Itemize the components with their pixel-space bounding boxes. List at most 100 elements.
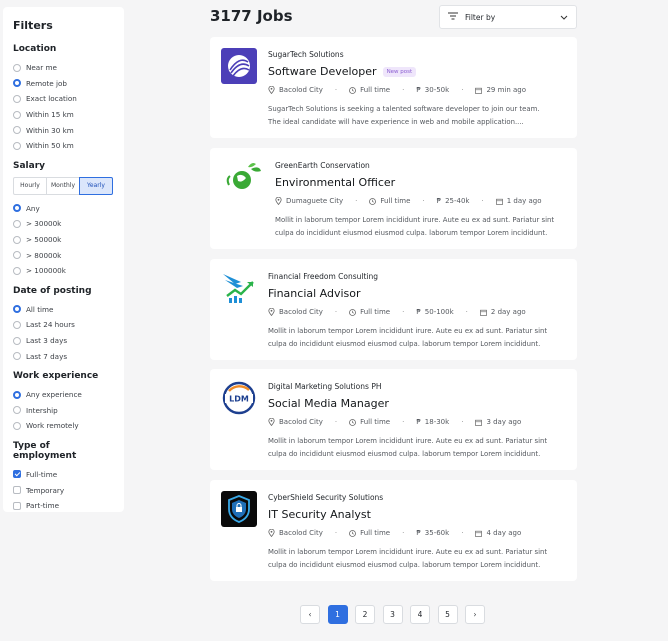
company-name: Financial Freedom Consulting	[268, 272, 379, 281]
sugartech-logo-icon	[221, 48, 257, 84]
job-meta: Bacolod City · Full time · ₱ 35-60k · 4 d…	[268, 529, 521, 537]
jobs-count-title: 3177 Jobs	[210, 7, 293, 25]
salary-option-80000k[interactable]: > 80000k	[13, 247, 114, 263]
company-name: Digital Marketing Solutions PH	[268, 382, 382, 391]
date-option-24h[interactable]: Last 24 hours	[13, 317, 114, 333]
job-description: SugarTech Solutions is seeking a talente…	[268, 105, 540, 126]
job-title[interactable]: IT Security Analyst	[268, 508, 371, 521]
chevron-down-icon	[560, 13, 568, 22]
date-of-posting-heading: Date of posting	[13, 285, 92, 296]
page-button-5[interactable]: 5	[437, 605, 458, 624]
radio-icon[interactable]	[13, 352, 21, 361]
peso-icon: ₱	[436, 197, 442, 205]
date-option-3days[interactable]: Last 3 days	[13, 333, 114, 349]
employment-option-part-time[interactable]: Part-time	[13, 498, 114, 514]
svg-text:LDM: LDM	[229, 395, 249, 404]
salary-option-any[interactable]: Any	[13, 201, 114, 217]
page-button-3[interactable]: 3	[382, 605, 403, 624]
job-title[interactable]: Social Media Manager	[268, 397, 389, 410]
salary-option-100000k[interactable]: > 100000k	[13, 263, 114, 279]
location-pin-icon	[268, 86, 275, 94]
radio-icon[interactable]	[13, 110, 21, 119]
prev-page-button[interactable]: ‹	[300, 605, 320, 624]
location-pin-icon	[268, 418, 275, 426]
radio-icon[interactable]	[13, 235, 21, 244]
checkbox-icon[interactable]	[13, 486, 21, 495]
location-heading: Location	[13, 44, 57, 54]
page-button-4[interactable]: 4	[410, 605, 430, 624]
company-name: SugarTech Solutions	[268, 50, 344, 59]
salary-period-yearly[interactable]: Yearly	[79, 176, 113, 195]
radio-icon[interactable]	[13, 336, 21, 345]
company-name: GreenEarth Conservation	[275, 161, 370, 170]
radio-icon[interactable]	[13, 266, 21, 275]
radio-icon[interactable]	[13, 94, 21, 103]
radio-icon[interactable]	[13, 251, 21, 260]
radio-selected-icon[interactable]	[13, 390, 21, 399]
date-option-7days[interactable]: Last 7 days	[13, 348, 114, 364]
salary-option-50000k[interactable]: > 50000k	[13, 232, 114, 248]
experience-option-any[interactable]: Any experience	[13, 387, 114, 403]
peso-icon: ₱	[416, 86, 421, 94]
radio-icon[interactable]	[13, 406, 21, 415]
date-option-all-time[interactable]: All time	[13, 302, 114, 318]
location-option-exact[interactable]: Exact location	[13, 91, 114, 107]
salary-heading: Salary	[13, 160, 46, 171]
radio-icon[interactable]	[13, 320, 21, 329]
next-page-button[interactable]: ›	[465, 605, 485, 624]
employment-option-full-time[interactable]: Full-time	[13, 467, 114, 483]
radio-selected-icon[interactable]	[13, 305, 21, 314]
greenearth-logo-icon	[224, 159, 261, 195]
employment-option-temporary[interactable]: Temporary	[13, 482, 114, 498]
checkbox-icon[interactable]	[13, 501, 21, 510]
salary-period-hourly[interactable]: Hourly	[13, 176, 47, 195]
job-card[interactable]: Financial Freedom Consulting Financial A…	[210, 259, 577, 360]
experience-option-internship[interactable]: Intership	[13, 403, 114, 419]
job-card[interactable]: SugarTech Solutions Software Developer N…	[210, 37, 577, 138]
job-title[interactable]: Environmental Officer	[275, 176, 395, 189]
radio-icon[interactable]	[13, 141, 21, 150]
job-card[interactable]: GreenEarth Conservation Environmental Of…	[210, 148, 577, 249]
peso-icon: ₱	[416, 308, 421, 316]
radio-selected-icon[interactable]	[13, 204, 21, 213]
calendar-icon	[475, 419, 483, 426]
job-card[interactable]: LDM Digital Marketing Solutions PH Socia…	[210, 369, 577, 470]
employment-type-heading: Type of employment	[13, 440, 77, 461]
company-name: CyberShield Security Solutions	[268, 493, 384, 502]
filters-sidebar: Filters Location Near me Remote job Exac…	[3, 7, 124, 512]
salary-option-30000k[interactable]: > 30000k	[13, 216, 114, 232]
job-card[interactable]: CyberShield Security Solutions IT Securi…	[210, 480, 577, 581]
new-post-badge: New post	[382, 66, 417, 77]
calendar-icon	[475, 87, 483, 94]
calendar-icon	[495, 198, 503, 205]
location-option-remote-job[interactable]: Remote job	[13, 76, 114, 92]
radio-selected-icon[interactable]	[13, 79, 21, 88]
job-title[interactable]: Software Developer New post	[268, 65, 417, 78]
radio-icon[interactable]	[13, 421, 21, 430]
page-button-2[interactable]: 2	[355, 605, 375, 624]
radio-icon[interactable]	[13, 63, 21, 72]
peso-icon: ₱	[416, 529, 421, 537]
job-description: Mollit in laborum tempor Lorem incididun…	[268, 327, 548, 348]
radio-icon[interactable]	[13, 126, 21, 135]
job-description: Mollit in laborum tempor Lorem incididun…	[268, 548, 548, 569]
checkbox-checked-icon[interactable]	[13, 470, 21, 479]
clock-icon	[349, 529, 356, 537]
job-title[interactable]: Financial Advisor	[268, 287, 361, 300]
location-option-30km[interactable]: Within 30 km	[13, 122, 114, 138]
work-experience-heading: Work experience	[13, 370, 99, 381]
radio-icon[interactable]	[13, 219, 21, 228]
calendar-icon	[475, 530, 483, 537]
location-pin-icon	[268, 308, 275, 316]
filter-lines-icon	[448, 12, 458, 22]
location-option-near-me[interactable]: Near me	[13, 60, 114, 76]
experience-option-remote[interactable]: Work remotely	[13, 418, 114, 434]
salary-period-monthly[interactable]: Monthly	[46, 176, 80, 195]
calendar-icon	[480, 309, 487, 316]
job-description: Mollit in laborum tempor Lorem incididun…	[275, 216, 555, 237]
filter-by-dropdown[interactable]: Filter by	[439, 5, 577, 29]
page-button-1[interactable]: 1	[327, 605, 348, 624]
location-option-50km[interactable]: Within 50 km	[13, 138, 114, 154]
financial-freedom-logo-icon	[221, 270, 257, 306]
location-option-15km[interactable]: Within 15 km	[13, 107, 114, 123]
